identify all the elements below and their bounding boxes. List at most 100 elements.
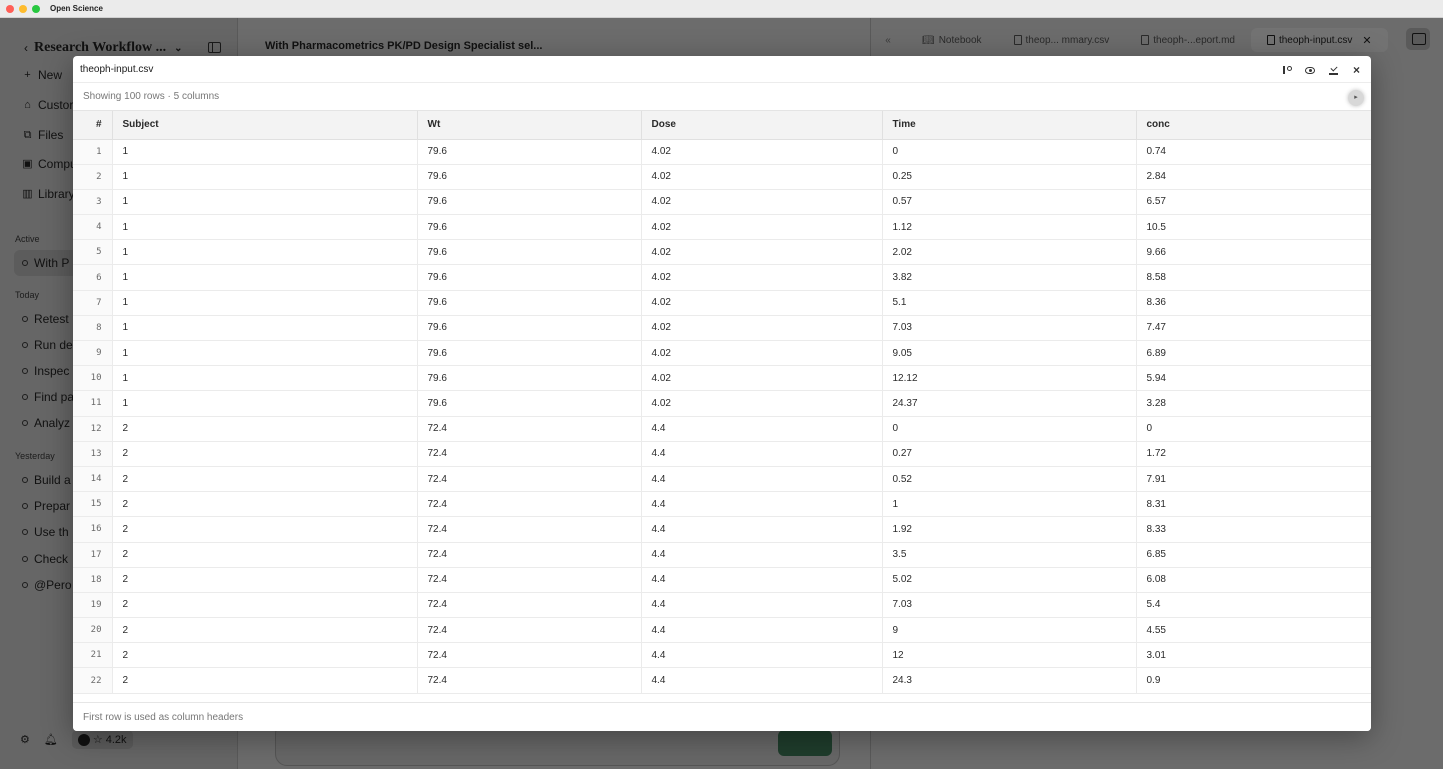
- sidebar-toggle-icon[interactable]: [208, 42, 221, 53]
- branch-icon[interactable]: [1282, 65, 1292, 75]
- chat-item[interactable]: Use th: [22, 525, 69, 539]
- column-header[interactable]: Subject: [112, 111, 418, 140]
- close-window-button[interactable]: [6, 4, 14, 13]
- workspace-selector[interactable]: ‹ Research Workflow ... ⌄: [24, 40, 182, 56]
- table-cell: 5.94: [1136, 365, 1371, 392]
- tab-report-md[interactable]: theoph-...eport.md: [1125, 28, 1251, 52]
- download-icon[interactable]: [1329, 65, 1338, 75]
- table-row[interactable]: 15 2 72.4 4.4 1 8.31: [73, 491, 1371, 518]
- table-row[interactable]: 8 1 79.6 4.02 7.03 7.47: [73, 315, 1371, 342]
- sidebar-item-library[interactable]: ▥ Library: [22, 187, 74, 201]
- table-cell: 24.37: [882, 390, 1137, 417]
- minimize-window-button[interactable]: [19, 4, 27, 13]
- table-cell: 4.4: [641, 542, 883, 568]
- zoom-window-button[interactable]: [32, 4, 40, 13]
- settings-icon[interactable]: ⚙: [20, 733, 30, 746]
- chat-item[interactable]: Build a: [22, 473, 71, 487]
- library-icon: ▥: [22, 188, 33, 200]
- table-row[interactable]: 6 1 79.6 4.02 3.82 8.58: [73, 264, 1371, 291]
- section-label-today: Today: [15, 290, 40, 300]
- table-row[interactable]: 3 1 79.6 4.02 0.57 6.57: [73, 189, 1371, 216]
- send-button[interactable]: [778, 730, 832, 756]
- row-index: 3: [73, 189, 113, 216]
- scroll-right-icon[interactable]: ▸: [1348, 90, 1364, 106]
- table-row[interactable]: 16 2 72.4 4.4 1.92 8.33: [73, 516, 1371, 543]
- tab-input-csv[interactable]: theoph-input.csv ✕: [1250, 28, 1388, 52]
- chat-status-icon: [22, 529, 28, 535]
- sidebar-item-custom[interactable]: ⌂ Custor: [22, 98, 73, 112]
- table-row[interactable]: 19 2 72.4 4.4 7.03 5.4: [73, 592, 1371, 619]
- table-cell: 4.02: [641, 390, 883, 417]
- table-cell: 79.6: [417, 365, 642, 392]
- table-row[interactable]: 5 1 79.6 4.02 2.02 9.66: [73, 239, 1371, 266]
- table-row[interactable]: 18 2 72.4 4.4 5.02 6.08: [73, 567, 1371, 593]
- table-row[interactable]: 21 2 72.4 4.4 12 3.01: [73, 642, 1371, 669]
- tab-summary-csv[interactable]: theop... mmary.csv: [998, 28, 1126, 52]
- column-header[interactable]: Wt: [417, 111, 642, 140]
- row-index: 5: [73, 239, 113, 266]
- table-cell: 1: [112, 390, 418, 417]
- eye-icon[interactable]: [1305, 66, 1315, 74]
- chat-item[interactable]: Find pa: [22, 390, 74, 404]
- table-row[interactable]: 2 1 79.6 4.02 0.25 2.84: [73, 164, 1371, 190]
- table-row[interactable]: 11 1 79.6 4.02 24.37 3.28: [73, 390, 1371, 417]
- table-cell: 2: [112, 542, 418, 568]
- table-row[interactable]: 10 1 79.6 4.02 12.12 5.94: [73, 365, 1371, 392]
- table-row[interactable]: 7 1 79.6 4.02 5.1 8.36: [73, 290, 1371, 316]
- github-stars-button[interactable]: ☆ 4.2k: [71, 730, 133, 749]
- chevron-down-icon[interactable]: ⌄: [174, 43, 182, 54]
- chat-item[interactable]: Prepar: [22, 499, 70, 513]
- table-row[interactable]: 4 1 79.6 4.02 1.12 10.5: [73, 214, 1371, 241]
- table-row[interactable]: 20 2 72.4 4.4 9 4.55: [73, 617, 1371, 644]
- row-index: 10: [73, 365, 113, 392]
- chat-item[interactable]: Analyz: [22, 416, 70, 430]
- table-row[interactable]: 13 2 72.4 4.4 0.27 1.72: [73, 441, 1371, 467]
- sidebar-item-label: Compu: [38, 157, 77, 171]
- table-cell: 6.57: [1136, 189, 1371, 216]
- column-header[interactable]: conc: [1136, 111, 1371, 140]
- table-row[interactable]: 17 2 72.4 4.4 3.5 6.85: [73, 542, 1371, 568]
- table-cell: 9: [882, 617, 1137, 644]
- chat-item[interactable]: Inspec: [22, 364, 69, 378]
- chat-item[interactable]: Retest: [22, 312, 69, 326]
- table-cell: 79.6: [417, 290, 642, 316]
- table-cell: 8.33: [1136, 516, 1371, 543]
- column-header[interactable]: Time: [882, 111, 1137, 140]
- table-cell: 4.4: [641, 567, 883, 593]
- column-header-index[interactable]: #: [73, 111, 113, 140]
- table-cell: 6.85: [1136, 542, 1371, 568]
- chat-item[interactable]: @Pero: [22, 578, 72, 592]
- modal-actions: ×: [1282, 56, 1361, 83]
- tab-close-icon[interactable]: ✕: [1362, 34, 1371, 47]
- sidebar-item-new[interactable]: + New: [22, 68, 62, 82]
- table-row[interactable]: 14 2 72.4 4.4 0.52 7.91: [73, 466, 1371, 493]
- row-index: 20: [73, 617, 113, 644]
- back-chevron-icon[interactable]: ‹: [24, 41, 28, 55]
- tabs-back-icon[interactable]: «: [870, 35, 906, 46]
- table-cell: 4.02: [641, 290, 883, 316]
- column-header[interactable]: Dose: [641, 111, 883, 140]
- table-row[interactable]: 22 2 72.4 4.4 24.3 0.9: [73, 667, 1371, 694]
- chat-item[interactable]: With P: [22, 256, 69, 270]
- table-cell: 7.47: [1136, 315, 1371, 342]
- row-index: 2: [73, 164, 113, 190]
- chat-status-icon: [22, 503, 28, 509]
- tab-notebook[interactable]: 📖︎ Notebook: [906, 28, 998, 52]
- table-cell: 2: [112, 516, 418, 543]
- chat-item[interactable]: Run de: [22, 338, 73, 352]
- table-cell: 2.84: [1136, 164, 1371, 190]
- header-note: First row is used as column headers: [83, 711, 244, 723]
- table-scroll-area[interactable]: # Subject Wt Dose Time conc 1 1 79.6 4.02 0 0.74 2 1…: [73, 111, 1371, 701]
- table-row[interactable]: 9 1 79.6 4.02 9.05 6.89: [73, 340, 1371, 367]
- sidebar-item-files[interactable]: ⧉ Files: [22, 128, 64, 142]
- modal-title: theoph-input.csv: [80, 63, 154, 75]
- sidebar-item-compute[interactable]: ▣ Compu: [22, 157, 77, 171]
- table-row[interactable]: 1 1 79.6 4.02 0 0.74: [73, 139, 1371, 165]
- table-row[interactable]: 12 2 72.4 4.4 0 0: [73, 416, 1371, 442]
- github-stars-count: ☆ 4.2k: [92, 734, 127, 746]
- bell-icon[interactable]: 🔔︎: [44, 733, 58, 746]
- table-cell: 5.02: [882, 567, 1137, 593]
- chat-item[interactable]: Check: [22, 552, 68, 566]
- panel-toggle-icon[interactable]: [1406, 28, 1430, 50]
- close-icon[interactable]: ×: [1352, 64, 1361, 76]
